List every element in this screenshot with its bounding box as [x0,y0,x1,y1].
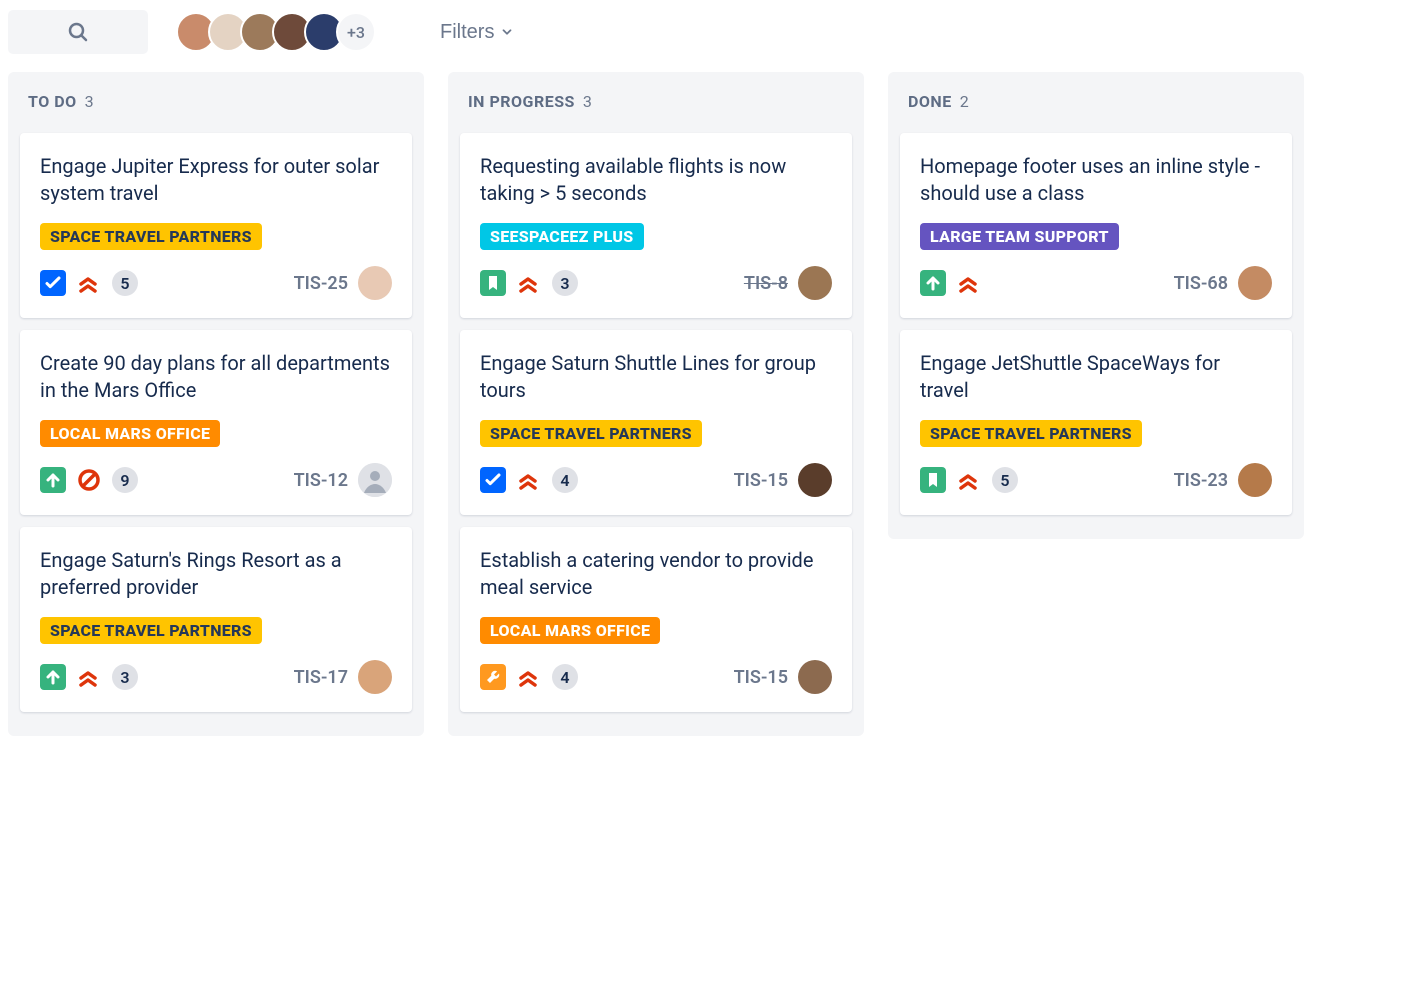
assignee-avatar[interactable] [358,660,392,694]
assignee-avatar[interactable] [358,266,392,300]
column-header: TO DO 3 [28,92,404,111]
card-footer: 5 TIS-23 [920,463,1272,497]
issue-type-icon [40,270,66,296]
story-points: 9 [112,467,138,493]
card-title: Requesting available flights is now taki… [480,153,832,207]
epic-badge[interactable]: SEESPACEEZ PLUS [480,223,644,250]
unassigned-avatar[interactable] [358,463,392,497]
card-footer: 9 TIS-12 [40,463,392,497]
issue-key[interactable]: TIS-17 [294,667,348,688]
epic-badge[interactable]: LARGE TEAM SUPPORT [920,223,1119,250]
issue-type-icon [480,270,506,296]
story-points: 5 [112,270,138,296]
assignee-avatar[interactable] [1238,266,1272,300]
assignee-avatar[interactable] [798,463,832,497]
epic-badge[interactable]: LOCAL MARS OFFICE [40,420,220,447]
story-points: 4 [552,467,578,493]
issue-card[interactable]: Requesting available flights is now taki… [460,133,852,318]
card-footer: 4 TIS-15 [480,660,832,694]
assignee-avatar[interactable] [798,266,832,300]
story-points: 3 [112,664,138,690]
issue-card[interactable]: Engage JetShuttle SpaceWays for travel SP… [900,330,1292,515]
priority-icon [76,467,102,493]
issue-key[interactable]: TIS-15 [734,667,788,688]
board-toolbar: +3 Filters [8,10,1404,54]
board-column: IN PROGRESS 3 Requesting available flights… [448,72,864,736]
priority-icon [516,467,542,493]
issue-key[interactable]: TIS-8 [744,273,788,294]
column-count: 3 [85,92,95,111]
card-footer: 5 TIS-25 [40,266,392,300]
issue-card[interactable]: Homepage footer uses an inline style - s… [900,133,1292,318]
column-title: IN PROGRESS [468,92,575,111]
search-icon [66,20,90,44]
priority-icon [516,664,542,690]
column-title: DONE [908,92,952,111]
assignee-avatar[interactable] [798,660,832,694]
assignee-avatar[interactable] [1238,463,1272,497]
issue-type-icon [480,664,506,690]
epic-badge[interactable]: SPACE TRAVEL PARTNERS [40,617,262,644]
priority-icon [956,270,982,296]
issue-key[interactable]: TIS-23 [1174,470,1228,491]
column-count: 2 [960,92,970,111]
priority-icon [76,270,102,296]
issue-type-icon [920,467,946,493]
column-header: DONE 2 [908,92,1284,111]
priority-icon [956,467,982,493]
story-points: 5 [992,467,1018,493]
issue-key[interactable]: TIS-12 [294,470,348,491]
card-title: Establish a catering vendor to provide m… [480,547,832,601]
card-footer: 3 TIS-17 [40,660,392,694]
filters-label: Filters [440,21,494,44]
priority-icon [516,270,542,296]
issue-type-icon [40,467,66,493]
issue-type-icon [480,467,506,493]
issue-card[interactable]: Create 90 day plans for all departments … [20,330,412,515]
epic-badge[interactable]: SPACE TRAVEL PARTNERS [40,223,262,250]
card-title: Engage Jupiter Express for outer solar s… [40,153,392,207]
chevron-down-icon [500,25,514,39]
issue-key[interactable]: TIS-15 [734,470,788,491]
card-title: Engage Saturn's Rings Resort as a prefer… [40,547,392,601]
issue-card[interactable]: Engage Saturn Shuttle Lines for group to… [460,330,852,515]
epic-badge[interactable]: LOCAL MARS OFFICE [480,617,660,644]
card-footer: 4 TIS-15 [480,463,832,497]
card-footer: 3 TIS-8 [480,266,832,300]
issue-card[interactable]: Engage Saturn's Rings Resort as a prefer… [20,527,412,712]
board-column: DONE 2 Homepage footer uses an inline styl… [888,72,1304,539]
card-title: Homepage footer uses an inline style - s… [920,153,1272,207]
column-title: TO DO [28,92,77,111]
issue-key[interactable]: TIS-25 [294,273,348,294]
card-footer: TIS-68 [920,266,1272,300]
issue-type-icon [920,270,946,296]
issue-key[interactable]: TIS-68 [1174,273,1228,294]
issue-type-icon [40,664,66,690]
card-title: Engage Saturn Shuttle Lines for group to… [480,350,832,404]
card-title: Create 90 day plans for all departments … [40,350,392,404]
board-column: TO DO 3 Engage Jupiter Express for outer s… [8,72,424,736]
kanban-board: TO DO 3 Engage Jupiter Express for outer s… [8,72,1404,736]
story-points: 4 [552,664,578,690]
column-count: 3 [583,92,593,111]
epic-badge[interactable]: SPACE TRAVEL PARTNERS [480,420,702,447]
card-title: Engage JetShuttle SpaceWays for travel [920,350,1272,404]
issue-card[interactable]: Engage Jupiter Express for outer solar s… [20,133,412,318]
search-input[interactable] [8,10,148,54]
epic-badge[interactable]: SPACE TRAVEL PARTNERS [920,420,1142,447]
avatar-overflow-count[interactable]: +3 [336,12,376,52]
member-avatar-stack[interactable]: +3 [176,12,376,52]
issue-card[interactable]: Establish a catering vendor to provide m… [460,527,852,712]
column-header: IN PROGRESS 3 [468,92,844,111]
filters-button[interactable]: Filters [434,20,520,45]
priority-icon [76,664,102,690]
story-points: 3 [552,270,578,296]
